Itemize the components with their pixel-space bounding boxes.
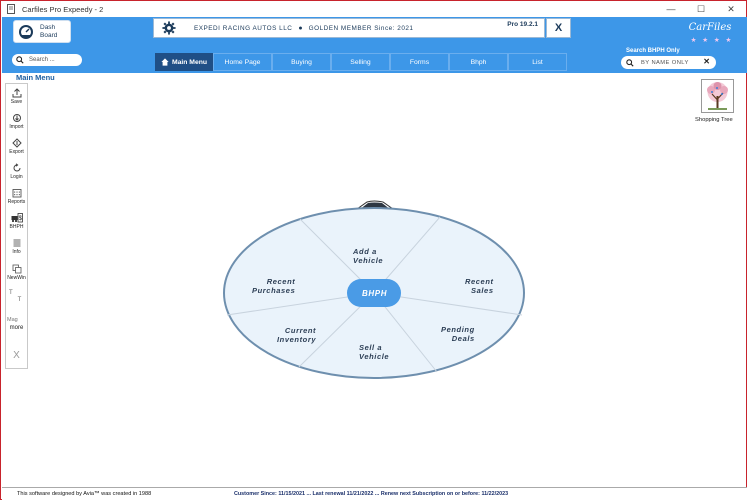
- tab-label: List: [532, 58, 543, 66]
- bhph-search-input[interactable]: BY NAME ONLY ✕: [621, 56, 716, 69]
- wheel-current-inventory[interactable]: Current Inventory: [277, 326, 316, 344]
- wheel-sell-vehicle[interactable]: Sell a Vehicle: [359, 343, 389, 361]
- info-button[interactable]: Info: [6, 236, 27, 260]
- tab-label: Forms: [409, 58, 430, 66]
- import-button[interactable]: Import: [6, 111, 27, 135]
- text-size-sub-label: T: [17, 297, 22, 303]
- logo-stars: ★ ★ ★ ★: [690, 37, 734, 44]
- export-icon: [11, 138, 22, 148]
- tab-label: Buying: [291, 58, 312, 66]
- close-button[interactable]: X: [546, 18, 571, 38]
- wheel-pending-deals[interactable]: Pending Deals: [441, 325, 475, 343]
- search-input[interactable]: Search ...: [12, 54, 82, 66]
- company-name: EXPEDI RACING AUTOS LLC: [194, 24, 293, 32]
- tool-label: Import: [9, 124, 24, 130]
- tree-icon: [707, 82, 728, 110]
- tab-main-menu[interactable]: Main Menu: [155, 53, 213, 71]
- close-window-button[interactable]: ✕: [716, 1, 746, 17]
- save-button[interactable]: Save: [6, 86, 27, 110]
- window-controls: — ☐ ✕: [656, 1, 746, 17]
- reports-button[interactable]: Reports: [6, 186, 27, 210]
- side-toolbar: Save Import Export Login Reports $ BHPH …: [5, 83, 28, 369]
- tab-buying[interactable]: Buying: [272, 53, 331, 71]
- tab-bhph[interactable]: Bhph: [449, 53, 508, 71]
- shopping-tree-label: Shopping Tree: [695, 117, 733, 123]
- tab-selling[interactable]: Selling: [331, 53, 390, 71]
- import-icon: [12, 114, 21, 122]
- home-icon: [161, 58, 169, 66]
- bhph-search-placeholder: BY NAME ONLY: [641, 59, 689, 66]
- tab-home-page[interactable]: Home Page: [213, 53, 272, 71]
- tool-label: NewWin: [7, 275, 26, 281]
- info-bar: EXPEDI RACING AUTOS LLC ● GOLDEN MEMBER …: [153, 18, 545, 38]
- export-button[interactable]: Export: [6, 136, 27, 160]
- dash-board-label: Dash Board: [40, 23, 58, 39]
- tab-list[interactable]: List: [508, 53, 567, 71]
- document-icon: [6, 4, 16, 14]
- search-icon: [626, 58, 634, 67]
- separator-dot: ●: [298, 24, 303, 32]
- wheel-add-vehicle[interactable]: Add a Vehicle: [353, 247, 383, 265]
- tool-label: BHPH: [9, 224, 24, 230]
- shopping-tree-button[interactable]: [701, 79, 734, 113]
- close-icon: X: [13, 350, 20, 361]
- dash-board-button[interactable]: Dash Board: [13, 20, 71, 43]
- status-subscription: Customer Since: 11/15/2021 ... Last rene…: [234, 491, 509, 497]
- refresh-icon: [13, 163, 20, 172]
- minimize-button[interactable]: —: [656, 1, 686, 17]
- gauge-icon: [19, 24, 33, 39]
- newwin-icon: [12, 264, 21, 274]
- title-bar: Carfiles Pro Expeedy - 2 — ☐ ✕: [1, 1, 746, 17]
- header: Dash Board Search ... EXPEDI RACING AUTO…: [2, 17, 747, 73]
- page-title: Main Menu: [16, 73, 55, 82]
- maximize-button[interactable]: ☐: [686, 1, 716, 17]
- upload-icon: [12, 88, 21, 98]
- tab-label: Main Menu: [171, 58, 208, 66]
- bhph-button[interactable]: $ BHPH: [6, 211, 27, 235]
- tool-label: Login: [10, 174, 23, 180]
- calendar-icon: [12, 189, 21, 198]
- text-size-button[interactable]: T T: [6, 288, 27, 312]
- status-credit: This software designed by Avia™ was crea…: [17, 491, 152, 497]
- tool-label: Save: [10, 99, 23, 105]
- mag-icon: Mag: [7, 317, 18, 323]
- membership-text: GOLDEN MEMBER Since: 2021: [308, 24, 414, 32]
- tab-label: Selling: [350, 58, 371, 66]
- search-icon: [16, 56, 24, 64]
- wheel-recent-sales[interactable]: Recent Sales: [465, 277, 494, 295]
- tool-label: more: [9, 325, 24, 331]
- gear-icon[interactable]: [162, 21, 176, 35]
- tool-label: Info: [12, 249, 21, 255]
- bhph-icon: $: [11, 213, 23, 223]
- tool-label: Export: [9, 149, 24, 155]
- tab-label: Bhph: [470, 58, 487, 66]
- main-menu-wheel: BHPH Add a Vehicle Recent Sales Pending …: [219, 197, 529, 383]
- mag-more-button[interactable]: Mag more: [6, 317, 27, 339]
- text-size-icon: T: [9, 290, 13, 296]
- search-placeholder: Search ...: [29, 57, 55, 63]
- tab-label: Home Page: [224, 58, 261, 66]
- tab-forms[interactable]: Forms: [390, 53, 449, 71]
- bhph-search-label: Search BHPH Only: [626, 48, 680, 54]
- tool-label: Reports: [7, 199, 26, 205]
- window-title: Carfiles Pro Expeedy - 2: [22, 4, 104, 14]
- carfiles-logo: CarFiles: [688, 22, 732, 33]
- newwin-button[interactable]: NewWin: [6, 262, 27, 286]
- toolbar-close-button[interactable]: X: [6, 348, 27, 364]
- wheel-center-bhph[interactable]: BHPH: [362, 289, 387, 298]
- app-window: Carfiles Pro Expeedy - 2 — ☐ ✕ Dash Boar…: [0, 0, 747, 500]
- nav-tabs: Main Menu Home Page Buying Selling Forms…: [155, 53, 567, 71]
- list-icon: [13, 239, 20, 247]
- clear-search-button[interactable]: ✕: [703, 57, 710, 66]
- status-bar: This software designed by Avia™ was crea…: [2, 487, 747, 500]
- login-button[interactable]: Login: [6, 161, 27, 185]
- version-label: Pro 19.2.1: [507, 21, 538, 28]
- wheel-recent-purchases[interactable]: Recent Purchases: [252, 277, 295, 295]
